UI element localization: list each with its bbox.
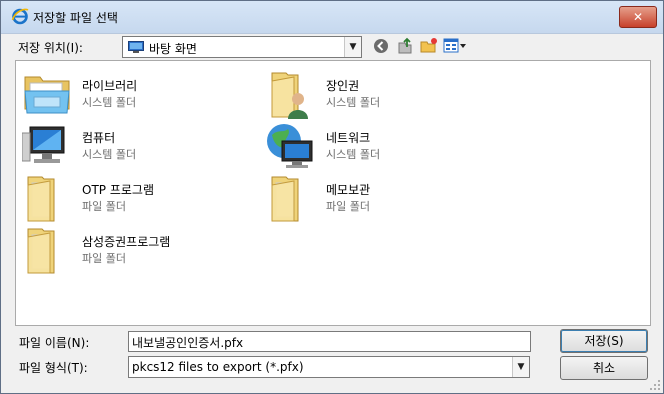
item-type: 시스템 폴더 — [82, 148, 137, 161]
item-type: 파일 폴더 — [326, 200, 370, 213]
item-name: OTP 프로그램 — [82, 183, 154, 197]
list-item-user[interactable]: 장인권 시스템 폴더 — [266, 69, 466, 121]
item-type: 시스템 폴더 — [326, 96, 381, 109]
dialog-title: 저장할 파일 선택 — [33, 11, 118, 25]
library-icon — [24, 76, 70, 114]
up-folder-icon — [398, 37, 412, 54]
item-type: 시스템 폴더 — [82, 96, 137, 109]
back-button[interactable] — [370, 35, 392, 57]
list-item-library[interactable]: 라이브러리 시스템 폴더 — [22, 69, 222, 117]
close-button[interactable]: ✕ — [619, 6, 657, 28]
filename-input[interactable]: 내보낼공인인증서.pfx — [128, 331, 531, 352]
filename-label: 파일 이름(N): — [19, 336, 90, 350]
save-location-label: 저장 위치(I): — [18, 41, 83, 55]
back-arrow-icon — [374, 39, 388, 53]
save-button[interactable]: 저장(S) — [560, 329, 648, 353]
item-name: 삼성증권프로그램 — [82, 235, 171, 249]
item-type: 파일 폴더 — [82, 200, 126, 213]
item-name: 네트워크 — [326, 131, 371, 145]
save-location-dropdown[interactable]: 바탕 화면 ▼ — [122, 36, 362, 58]
chevron-down-icon[interactable]: ▼ — [344, 37, 361, 57]
save-location-value: 바탕 화면 — [149, 42, 197, 56]
item-name: 장인권 — [326, 79, 360, 93]
folder-icon — [27, 176, 55, 222]
filetype-label: 파일 형식(T): — [19, 361, 88, 375]
desktop-icon — [128, 41, 144, 53]
item-name: 컴퓨터 — [82, 131, 116, 145]
chevron-down-icon[interactable]: ▼ — [512, 357, 529, 377]
user-folder-icon — [271, 72, 308, 119]
internet-explorer-icon — [11, 8, 29, 25]
computer-icon — [22, 126, 65, 163]
new-folder-button[interactable] — [418, 35, 440, 57]
folder-icon — [271, 176, 299, 222]
save-file-dialog: 저장할 파일 선택 ✕ 저장 위치(I): 바탕 화면 ▼ 라이브러리 시스템 … — [0, 0, 664, 394]
filename-value: 내보낼공인인증서.pfx — [132, 336, 244, 350]
resize-grip-icon[interactable] — [649, 379, 661, 391]
list-item-memo[interactable]: 메모보관 파일 폴더 — [266, 173, 466, 223]
item-type: 시스템 폴더 — [326, 148, 381, 161]
view-menu-icon — [443, 38, 466, 53]
item-type: 파일 폴더 — [82, 252, 126, 265]
folder-icon — [27, 228, 55, 274]
list-item-computer[interactable]: 컴퓨터 시스템 폴더 — [22, 121, 222, 171]
list-item-otp-program[interactable]: OTP 프로그램 파일 폴더 — [22, 173, 222, 223]
list-item-samsung-securities[interactable]: 삼성증권프로그램 파일 폴더 — [22, 225, 222, 275]
view-menu-button[interactable] — [442, 35, 468, 57]
item-name: 메모보관 — [326, 183, 371, 197]
new-folder-icon — [420, 38, 437, 53]
title-bar: 저장할 파일 선택 ✕ — [1, 1, 663, 34]
item-name: 라이브러리 — [82, 79, 138, 93]
list-item-network[interactable]: 네트워크 시스템 폴더 — [266, 121, 466, 171]
close-icon: ✕ — [632, 10, 644, 24]
network-icon — [267, 124, 313, 168]
file-list[interactable]: 라이브러리 시스템 폴더 장인권 시스템 폴더 컴퓨터 시스템 폴더 네트워크 … — [15, 60, 651, 326]
filetype-dropdown[interactable]: pkcs12 files to export (*.pfx) ▼ — [128, 356, 530, 378]
cancel-button[interactable]: 취소 — [560, 356, 648, 380]
filetype-value: pkcs12 files to export (*.pfx) — [132, 360, 304, 374]
up-folder-button[interactable] — [394, 35, 416, 57]
